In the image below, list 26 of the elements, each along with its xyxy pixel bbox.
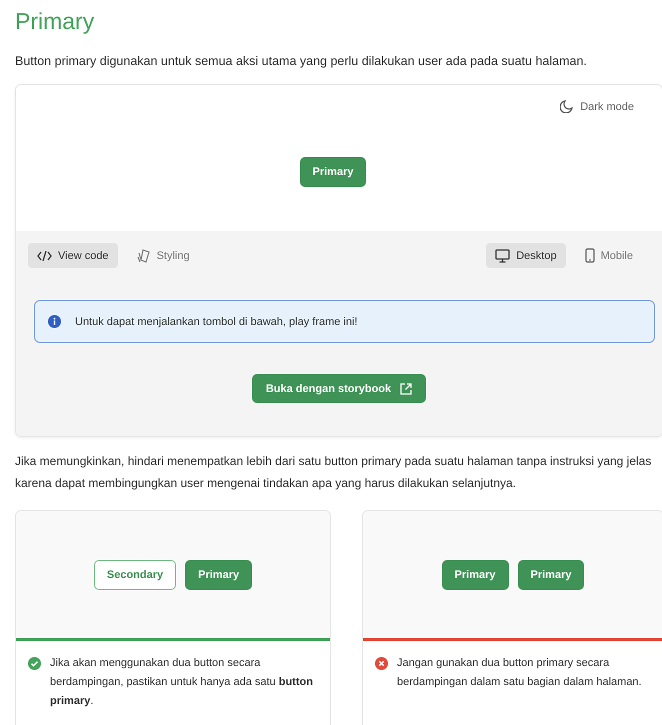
primary-button[interactable]: Primary <box>518 560 584 590</box>
viewport-tab[interactable]: Mobile <box>576 243 642 268</box>
storybook-button[interactable]: Buka dengan storybook <box>252 374 426 403</box>
example-text: Jika akan menggunakan dua button secara berdampingan, pastikan untuk hanya ada satu button primary. <box>50 656 314 709</box>
info-icon <box>48 315 61 328</box>
monitor-icon <box>495 248 510 262</box>
moon-icon <box>560 100 574 113</box>
dark-mode-toggle[interactable]: Dark mode <box>560 100 634 113</box>
alert-text: Untuk dapat menjalankan tombol di bawah, play frame ini! <box>75 316 358 328</box>
x-circle-icon <box>375 657 388 670</box>
toolbar-tab[interactable]: Styling <box>128 243 199 268</box>
example-text: Jangan gunakan dua button primary secara berdampingan dalam satu bagian dalam halaman. <box>397 656 643 690</box>
code-icon <box>37 250 52 262</box>
swatch-icon <box>136 248 151 262</box>
guidance-text: Jika memungkinkan, hindari menempatkan lebih dari satu button primary pada suatu halaman tanpa instruksi yang jelas karena dapat membingungkan user mengenai tindakan apa yang harus dilakukan selanjutnya. <box>15 453 652 492</box>
secondary-button[interactable]: Secondary <box>94 560 176 590</box>
phone-icon <box>584 248 595 263</box>
primary-button[interactable]: Primary <box>185 560 252 590</box>
check-circle-icon <box>28 657 41 670</box>
description: Button primary digunakan untuk semua aksi utama yang perlu dilakukan user ada pada suatu halaman. <box>15 53 588 70</box>
primary-button[interactable]: Primary <box>300 157 366 187</box>
toolbar-tab[interactable]: View code <box>28 243 118 268</box>
page-title: Primary <box>15 8 96 35</box>
primary-button[interactable]: Primary <box>442 560 508 590</box>
external-link-icon <box>400 382 412 394</box>
viewport-tab[interactable]: Desktop <box>486 243 566 268</box>
